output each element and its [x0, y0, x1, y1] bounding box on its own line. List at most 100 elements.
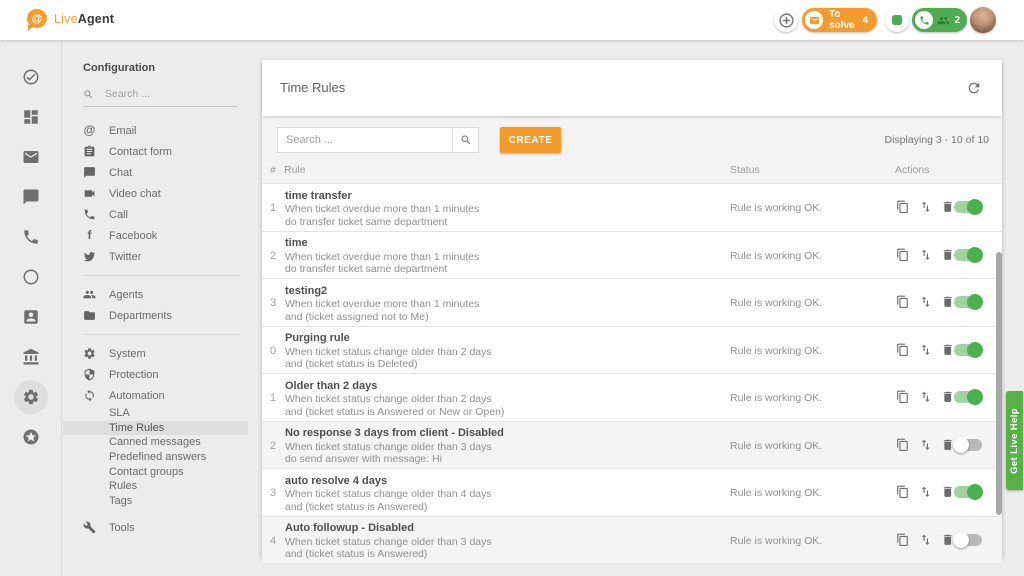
rule-enabled-toggle[interactable] — [954, 534, 982, 546]
rail-item-academy[interactable] — [0, 337, 62, 377]
rail-item-dashboard[interactable] — [0, 97, 62, 137]
reorder-icon[interactable] — [919, 200, 933, 214]
rule-enabled-toggle[interactable] — [954, 296, 982, 308]
people-icon — [83, 288, 96, 301]
add-button[interactable] — [774, 8, 798, 32]
user-avatar[interactable] — [970, 7, 996, 33]
sidebar-search-input[interactable] — [103, 87, 227, 101]
copy-icon[interactable] — [896, 248, 910, 262]
delete-icon[interactable] — [941, 343, 955, 357]
create-button[interactable]: CREATE — [500, 127, 561, 153]
reorder-icon[interactable] — [919, 248, 933, 262]
sidebar-item-contact-form[interactable]: Contact form — [63, 141, 248, 162]
rule-enabled-toggle[interactable] — [954, 249, 982, 261]
rule-enabled-toggle[interactable] — [954, 486, 982, 498]
rail-item-settings[interactable] — [0, 377, 62, 417]
copy-icon[interactable] — [896, 295, 910, 309]
rules-search-input[interactable] — [278, 128, 452, 152]
delete-icon[interactable] — [941, 200, 955, 214]
sidebar-menu: @Email Contact form Chat Video chat Call… — [63, 120, 248, 538]
rule-order: 2 — [270, 250, 276, 262]
chats-button[interactable] — [885, 8, 909, 32]
column-actions: Actions — [895, 164, 929, 176]
refresh-button[interactable] — [966, 80, 982, 96]
search-icon — [83, 89, 94, 100]
delete-icon[interactable] — [941, 485, 955, 499]
table-row[interactable]: 2 time When ticket overdue more than 1 m… — [262, 231, 1002, 279]
sidebar-item-facebook[interactable]: fFacebook — [63, 225, 248, 246]
sidebar-item-automation[interactable]: Automation — [63, 385, 248, 406]
rule-enabled-toggle[interactable] — [954, 201, 982, 213]
reorder-icon[interactable] — [919, 343, 933, 357]
copy-icon[interactable] — [896, 200, 910, 214]
delete-icon[interactable] — [941, 295, 955, 309]
liveagent-logo[interactable]: @ LiveAgent — [27, 9, 114, 28]
reorder-icon[interactable] — [919, 295, 933, 309]
rule-enabled-toggle[interactable] — [954, 344, 982, 356]
table-row[interactable]: 3 auto resolve 4 days When ticket status… — [262, 468, 1002, 516]
rail-item-addons[interactable] — [0, 417, 62, 457]
copy-icon[interactable] — [896, 390, 910, 404]
to-solve-label: To solve — [829, 9, 862, 31]
table-row[interactable]: 2 No response 3 days from client - Disab… — [262, 421, 1002, 469]
rule-action: and (ticket status is Answered) — [285, 548, 492, 561]
rule-title: time — [285, 237, 479, 249]
copy-icon[interactable] — [896, 485, 910, 499]
copy-icon[interactable] — [896, 343, 910, 357]
sidebar-item-sla[interactable]: SLA — [63, 406, 248, 421]
reorder-icon[interactable] — [919, 438, 933, 452]
rule-enabled-toggle[interactable] — [954, 391, 982, 403]
to-solve-button[interactable]: To solve 4 — [802, 8, 877, 32]
search-submit-button[interactable] — [452, 128, 478, 152]
sidebar-item-system[interactable]: System — [63, 343, 248, 364]
page-title: Time Rules — [280, 60, 345, 116]
rail-item-customers[interactable] — [0, 297, 62, 337]
copy-icon[interactable] — [896, 533, 910, 547]
sidebar-item-predefined-answers[interactable]: Predefined answers — [63, 450, 248, 465]
sidebar-item-tools[interactable]: Tools — [63, 517, 248, 538]
rail-item-mail[interactable] — [0, 137, 62, 177]
sidebar-item-video-chat[interactable]: Video chat — [63, 183, 248, 204]
table-row[interactable]: 1 Older than 2 days When ticket status c… — [262, 373, 1002, 421]
calls-count: 2 — [954, 15, 960, 26]
reorder-icon[interactable] — [919, 390, 933, 404]
rail-item-tickets[interactable] — [0, 57, 62, 97]
sidebar-item-email[interactable]: @Email — [63, 120, 248, 141]
column-status: Status — [730, 164, 760, 176]
sidebar-item-canned-messages[interactable]: Canned messages — [63, 435, 248, 450]
table-row[interactable]: 0 Purging rule When ticket status change… — [262, 326, 1002, 374]
rule-action: do transfer ticket same department — [285, 216, 479, 229]
reorder-icon[interactable] — [919, 533, 933, 547]
delete-icon[interactable] — [941, 390, 955, 404]
chat-icon — [83, 166, 96, 179]
rail-item-online[interactable] — [0, 257, 62, 297]
sidebar-item-call[interactable]: Call — [63, 204, 248, 225]
table-row[interactable]: 1 time transfer When ticket overdue more… — [262, 183, 1002, 231]
sidebar-item-tags[interactable]: Tags — [63, 494, 248, 509]
table-row[interactable]: 3 testing2 When ticket overdue more than… — [262, 278, 1002, 326]
rule-order: 4 — [270, 535, 276, 547]
table-scrollbar[interactable] — [996, 252, 1002, 515]
wrench-icon — [83, 521, 96, 534]
copy-icon[interactable] — [896, 438, 910, 452]
get-live-help-button[interactable]: Get Live Help — [1006, 391, 1023, 490]
sidebar-item-protection[interactable]: Protection — [63, 364, 248, 385]
calls-button[interactable]: 2 — [912, 8, 967, 32]
table-row[interactable]: 4 Auto followup - Disabled When ticket s… — [262, 516, 1002, 565]
sidebar-item-agents[interactable]: Agents — [63, 284, 248, 305]
sidebar-item-time-rules[interactable]: Time Rules — [63, 421, 248, 436]
sidebar-item-contact-groups[interactable]: Contact groups — [63, 464, 248, 479]
reorder-icon[interactable] — [919, 485, 933, 499]
sidebar-item-departments[interactable]: Departments — [63, 305, 248, 326]
rule-action: and (ticket status is Deleted) — [285, 358, 492, 371]
sidebar-item-twitter[interactable]: Twitter — [63, 246, 248, 267]
phone-icon — [915, 11, 933, 29]
delete-icon[interactable] — [941, 248, 955, 262]
sidebar-item-rules[interactable]: Rules — [63, 479, 248, 494]
sidebar-item-chat[interactable]: Chat — [63, 162, 248, 183]
rule-condition: When ticket status change older than 3 d… — [285, 441, 504, 454]
rail-item-calls[interactable] — [0, 217, 62, 257]
toggle-knob — [967, 342, 983, 358]
rule-enabled-toggle[interactable] — [954, 439, 982, 451]
rail-item-chat[interactable] — [0, 177, 62, 217]
